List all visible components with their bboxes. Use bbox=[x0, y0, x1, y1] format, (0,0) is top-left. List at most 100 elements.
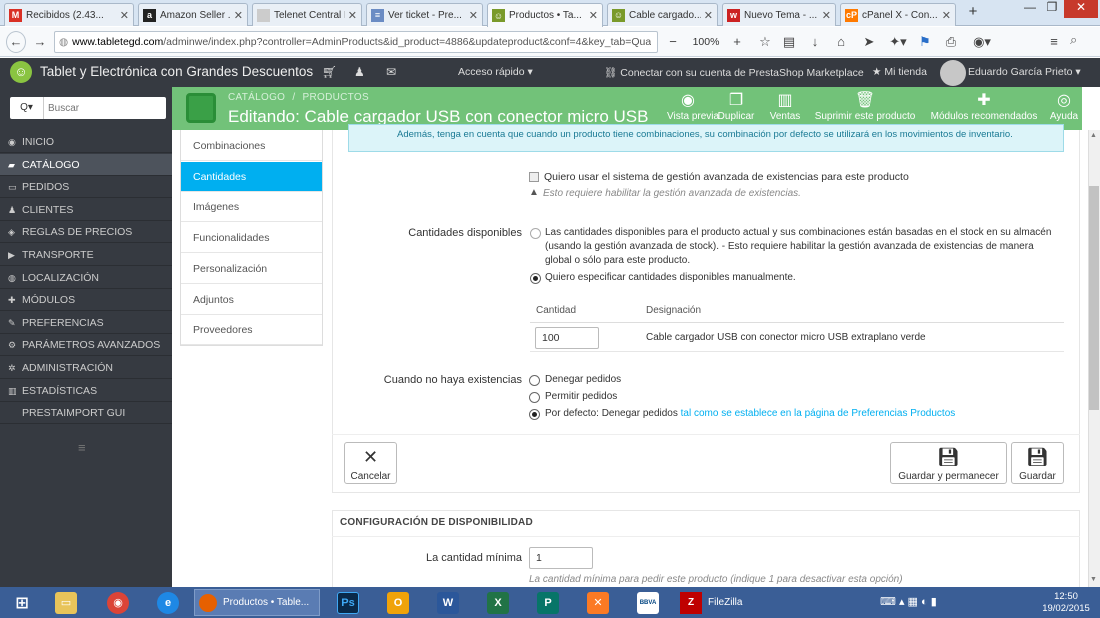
breadcrumb-products[interactable]: PRODUCTOS bbox=[303, 92, 369, 103]
preferences-link[interactable]: tal como se establece en la página de Pr… bbox=[681, 408, 956, 419]
shop-name[interactable]: Tablet y Electrónica con Grandes Descuen… bbox=[40, 64, 313, 79]
extension-icon[interactable]: ⚑ bbox=[916, 32, 934, 52]
zoom-level[interactable]: 100% bbox=[688, 32, 724, 52]
my-shop-link[interactable]: ★ Mi tienda bbox=[872, 66, 927, 78]
zoom-in-button[interactable]: + bbox=[728, 32, 746, 52]
product-subtab[interactable]: Proveedores bbox=[181, 315, 322, 346]
browser-tab[interactable]: a Amazon Seller ... ✕ bbox=[138, 3, 248, 26]
stock-based-radio[interactable] bbox=[530, 228, 541, 239]
restore-button[interactable]: ❐ bbox=[1042, 0, 1062, 20]
product-subtab[interactable]: Personalización bbox=[181, 254, 322, 284]
system-tray[interactable]: ⌨ ▴ ▦ ◐ ▮ bbox=[880, 595, 937, 608]
product-subtab[interactable]: Combinaciones bbox=[181, 131, 322, 161]
zoom-out-button[interactable]: − bbox=[664, 32, 682, 52]
tab-close-icon[interactable]: ✕ bbox=[589, 9, 598, 22]
toolbar-button[interactable]: 🗑 Suprimir este producto bbox=[810, 91, 920, 127]
minimize-button[interactable]: — bbox=[1020, 0, 1040, 20]
publisher-icon[interactable]: P bbox=[528, 589, 568, 616]
browser-tab[interactable]: ☺ Productos • Ta... ✕ bbox=[487, 3, 603, 27]
browser-tab[interactable]: w Nuevo Tema - ... ✕ bbox=[722, 3, 836, 26]
toolbar-button[interactable]: ◎ Ayuda bbox=[1047, 91, 1081, 127]
product-subtab[interactable]: Cantidades bbox=[181, 161, 322, 192]
bookmark-star-icon[interactable]: ☆ bbox=[756, 32, 774, 52]
messages-icon[interactable]: ✉ bbox=[386, 65, 396, 79]
save-button[interactable]: 💾︎ Guardar bbox=[1011, 442, 1064, 484]
excel-icon[interactable]: X bbox=[478, 589, 518, 616]
quantity-input[interactable] bbox=[535, 327, 599, 349]
sidebar-item[interactable]: PRESTAIMPORT GUI bbox=[0, 402, 172, 425]
print-icon[interactable]: ⎙ bbox=[942, 32, 960, 52]
start-button[interactable]: ⊞ bbox=[2, 589, 42, 616]
word-icon[interactable]: W bbox=[428, 589, 468, 616]
toolbar-button[interactable]: ▥ Ventas bbox=[767, 91, 803, 127]
sidebar-item[interactable]: ◍ LOCALIZACIÓN bbox=[0, 267, 172, 289]
outlook-icon[interactable]: O bbox=[378, 589, 418, 616]
sidebar-item[interactable]: ✎ PREFERENCIAS bbox=[0, 312, 172, 334]
chrome-icon[interactable]: ◉ bbox=[98, 589, 138, 616]
sidebar-item[interactable]: ♟ CLIENTES bbox=[0, 199, 172, 221]
shield-icon[interactable]: ◉▾ bbox=[968, 32, 996, 52]
search-type-select[interactable]: Q▾ bbox=[10, 97, 44, 119]
forward-button[interactable]: → bbox=[32, 32, 48, 52]
scroll-up-icon[interactable]: ▲ bbox=[1090, 132, 1097, 139]
tab-close-icon[interactable]: ✕ bbox=[822, 9, 831, 22]
avatar[interactable] bbox=[940, 60, 966, 86]
product-subtab[interactable]: Adjuntos bbox=[181, 285, 322, 315]
tab-close-icon[interactable]: ✕ bbox=[348, 9, 357, 22]
browser-tab[interactable]: cP cPanel X - Con... ✕ bbox=[840, 3, 956, 26]
quick-access-menu[interactable]: Acceso rápido ▾ bbox=[458, 66, 533, 78]
menu-icon[interactable]: ≡ bbox=[1044, 32, 1064, 52]
sidebar-item[interactable]: ▰ CATÁLOGO bbox=[0, 153, 172, 176]
prestashop-logo-icon[interactable]: ☺ bbox=[10, 61, 32, 83]
clock[interactable]: 12:50 19/02/2015 bbox=[1036, 591, 1096, 615]
sidebar-item[interactable]: ✚ MÓDULOS bbox=[0, 289, 172, 312]
send-icon[interactable]: ➤ bbox=[860, 32, 878, 52]
browser-tab[interactable]: Telenet Central Lo...✕ bbox=[252, 3, 362, 26]
collapse-menu-icon[interactable]: ≡ bbox=[78, 440, 86, 455]
sidebar-item[interactable]: ▥ ESTADÍSTICAS bbox=[0, 380, 172, 402]
tab-close-icon[interactable]: ✕ bbox=[704, 9, 713, 22]
min-quantity-input[interactable] bbox=[529, 547, 593, 569]
tab-close-icon[interactable]: ✕ bbox=[942, 9, 951, 22]
tab-close-icon[interactable]: ✕ bbox=[469, 9, 478, 22]
sidebar-item[interactable]: ◉ INICIO bbox=[0, 131, 172, 153]
sidebar-item[interactable]: ▭ PEDIDOS bbox=[0, 176, 172, 199]
scroll-down-icon[interactable]: ▼ bbox=[1090, 576, 1097, 583]
taskbar-firefox-window[interactable]: Productos • Table... bbox=[194, 589, 320, 616]
photoshop-icon[interactable]: Ps bbox=[328, 589, 368, 616]
breadcrumb-catalog[interactable]: CATÁLOGO bbox=[228, 92, 285, 103]
customer-icon[interactable]: ♟ bbox=[354, 65, 365, 79]
toolbar-button[interactable]: ◉ Vista previa bbox=[667, 91, 719, 127]
product-subtab[interactable]: Imágenes bbox=[181, 192, 322, 223]
toolbar-button[interactable]: ✚ Módulos recomendados bbox=[927, 91, 1041, 127]
internet-explorer-icon[interactable]: e bbox=[148, 589, 188, 616]
reader-icon[interactable]: ▤ bbox=[780, 32, 798, 52]
sidebar-item[interactable]: ✲ ADMINISTRACIÓN bbox=[0, 357, 172, 379]
download-icon[interactable]: ↓ bbox=[806, 32, 824, 52]
sidebar-item[interactable]: ▶ TRANSPORTE bbox=[0, 244, 172, 266]
url-bar[interactable]: ◍ www.tabletegd.com/adminwe/index.php?co… bbox=[54, 31, 658, 53]
toolbar-button[interactable]: ❐ Duplicar bbox=[713, 91, 759, 127]
close-window-button[interactable]: ✕ bbox=[1064, 0, 1098, 18]
cart-icon[interactable]: 🛒︎ bbox=[322, 65, 337, 79]
addon-icon[interactable]: ✦▾ bbox=[886, 32, 910, 52]
default-orders-radio[interactable] bbox=[529, 409, 540, 420]
taskbar-filezilla-window[interactable]: Z FileZilla bbox=[680, 589, 790, 616]
search-input[interactable] bbox=[48, 100, 160, 116]
tab-close-icon[interactable]: ✕ bbox=[234, 9, 243, 22]
advanced-stock-checkbox[interactable] bbox=[529, 172, 539, 182]
allow-orders-radio[interactable] bbox=[529, 392, 540, 403]
browser-tab[interactable]: ☺ Cable cargado... ✕ bbox=[607, 3, 718, 26]
marketplace-connect-link[interactable]: ⛓ Conectar con su cuenta de PrestaShop M… bbox=[604, 66, 864, 79]
browser-tab[interactable]: M Recibidos (2.43... ✕ bbox=[4, 3, 134, 26]
deny-orders-radio[interactable] bbox=[529, 375, 540, 386]
save-and-stay-button[interactable]: 💾︎ Guardar y permanecer bbox=[890, 442, 1007, 484]
search-icon[interactable]: ⌕ bbox=[1070, 32, 1098, 52]
xampp-icon[interactable]: ✕ bbox=[578, 589, 618, 616]
back-button[interactable]: ← bbox=[6, 31, 26, 53]
home-icon[interactable]: ⌂ bbox=[832, 32, 850, 52]
cancel-button[interactable]: ✕ Cancelar bbox=[344, 442, 397, 484]
product-subtab[interactable]: Funcionalidades bbox=[181, 223, 322, 254]
new-tab-button[interactable]: + bbox=[962, 3, 984, 23]
bbva-icon[interactable]: BBVA bbox=[628, 589, 668, 616]
